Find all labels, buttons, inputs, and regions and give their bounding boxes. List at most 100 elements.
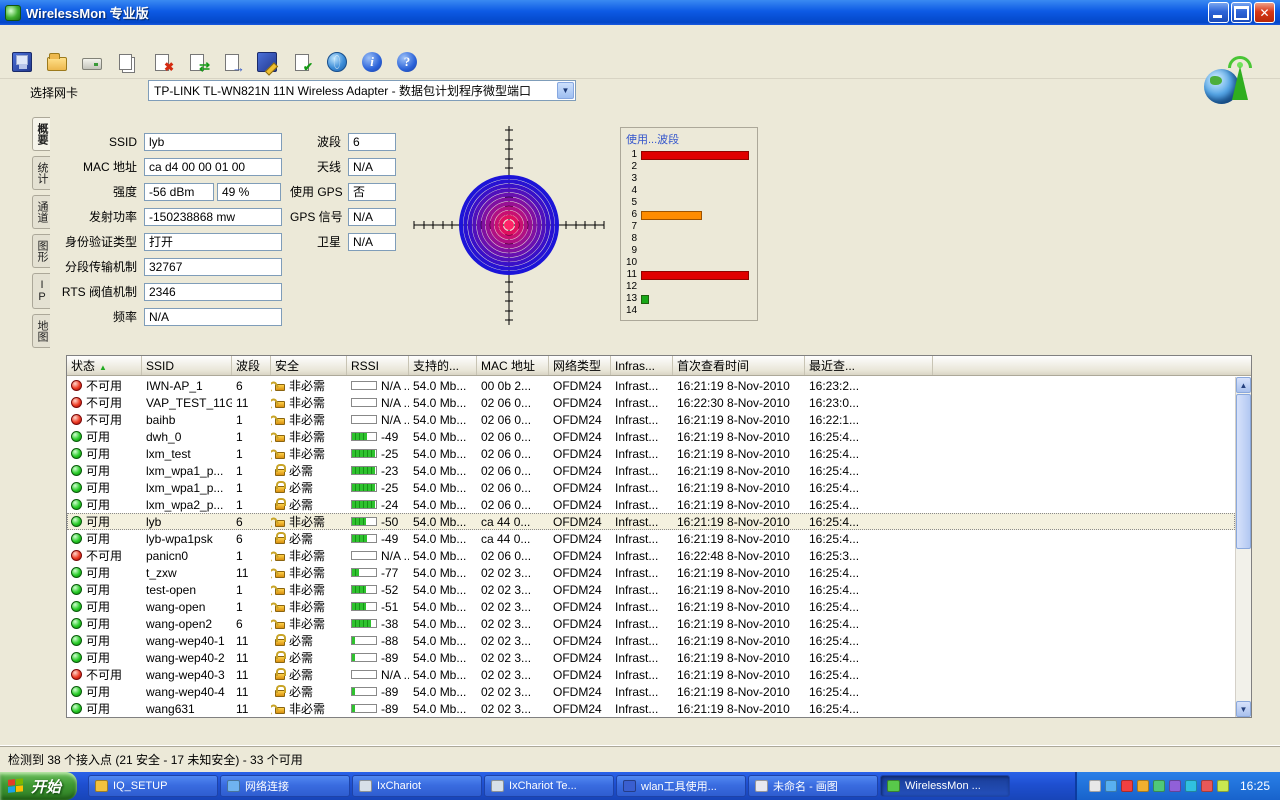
sidebar-tab[interactable]: 图形 (32, 234, 50, 268)
table-row[interactable]: 可用 test-open 1 非必需 -52 54.0 Mb... 02 02 … (67, 581, 1235, 598)
field-value[interactable]: lyb (144, 133, 282, 151)
sidebar-tab[interactable]: 概要 (32, 117, 50, 151)
taskbar-button[interactable]: 未命名 - 画图 (748, 775, 878, 797)
table-row[interactable]: 不可用 wang-wep40-3 11 必需 N/A ... 54.0 Mb..… (67, 666, 1235, 683)
toolbar-button[interactable] (288, 48, 316, 76)
table-row[interactable]: 可用 wang-wep40-1 11 必需 -88 54.0 Mb... 02 … (67, 632, 1235, 649)
column-header-channel[interactable]: 波段 (232, 356, 271, 375)
rssi-bar (351, 466, 377, 475)
column-header-rates[interactable]: 支持的... (409, 356, 477, 375)
taskbar-button[interactable]: wlan工具使用... (616, 775, 746, 797)
status-text: 可用 (86, 649, 110, 666)
sidebar-tab[interactable]: 地图 (32, 314, 50, 348)
column-header-ssid[interactable]: SSID (142, 356, 232, 375)
field-value[interactable]: N/A (348, 208, 396, 226)
tray-icon[interactable] (1153, 780, 1165, 792)
field-value[interactable]: N/A (348, 233, 396, 251)
table-row[interactable]: 不可用 panicn0 1 非必需 N/A ... 54.0 Mb... 02 … (67, 547, 1235, 564)
sidebar-tab[interactable]: 通道 (32, 195, 50, 229)
table-row[interactable]: 可用 lxm_wpa2_p... 1 必需 -24 54.0 Mb... 02 … (67, 496, 1235, 513)
field-value[interactable]: 否 (348, 183, 396, 201)
maximize-button[interactable] (1231, 2, 1252, 23)
toolbar-button[interactable] (113, 48, 141, 76)
table-row[interactable]: 可用 wang-wep40-4 11 必需 -89 54.0 Mb... 02 … (67, 683, 1235, 700)
start-button[interactable]: 开始 (0, 772, 77, 800)
toolbar-button[interactable] (78, 48, 106, 76)
taskbar-button[interactable]: IxChariot (352, 775, 482, 797)
adapter-select[interactable]: TP-LINK TL-WN821N 11N Wireless Adapter -… (148, 80, 576, 101)
toolbar-button[interactable] (148, 48, 176, 76)
table-row[interactable]: 可用 lxm_test 1 非必需 -25 54.0 Mb... 02 06 0… (67, 445, 1235, 462)
column-header-rssi[interactable]: RSSI (347, 356, 409, 375)
rssi-value: -49 (381, 532, 398, 546)
menu-item[interactable] (22, 33, 40, 37)
table-row[interactable]: 可用 lxm_wpa1_p... 1 必需 -23 54.0 Mb... 02 … (67, 462, 1235, 479)
toolbar-button[interactable] (183, 48, 211, 76)
field-value[interactable]: N/A (144, 308, 282, 326)
column-header-network-type[interactable]: 网络类型 (549, 356, 611, 375)
minimize-button[interactable] (1208, 2, 1229, 23)
close-button[interactable] (1254, 2, 1275, 23)
table-row[interactable]: 可用 wang-open 1 非必需 -51 54.0 Mb... 02 02 … (67, 598, 1235, 615)
taskbar-button[interactable]: WirelessMon ... (880, 775, 1010, 797)
column-header-mac[interactable]: MAC 地址 (477, 356, 549, 375)
field-value[interactable]: ca d4 00 00 01 00 (144, 158, 282, 176)
scrollbar-thumb[interactable] (1236, 394, 1251, 549)
tray-icon[interactable] (1201, 780, 1213, 792)
vertical-scrollbar[interactable]: ▲ ▼ (1235, 377, 1251, 717)
summary-field: GPS 信号 N/A (290, 204, 396, 229)
tray-icon[interactable] (1185, 780, 1197, 792)
tray-icon[interactable] (1105, 780, 1117, 792)
toolbar-button[interactable] (393, 48, 421, 76)
taskbar-button[interactable]: IxChariot Te... (484, 775, 614, 797)
table-row[interactable]: 可用 lyb 6 非必需 -50 54.0 Mb... ca 44 0... O… (67, 513, 1235, 530)
toolbar-button[interactable] (253, 48, 281, 76)
channel-usage-bar (641, 295, 649, 304)
tray-icon[interactable] (1121, 780, 1133, 792)
table-row[interactable]: 可用 dwh_0 1 非必需 -49 54.0 Mb... 02 06 0...… (67, 428, 1235, 445)
column-header-first-seen[interactable]: 首次查看时间 (673, 356, 805, 375)
scroll-up-arrow[interactable]: ▲ (1236, 377, 1251, 393)
table-row[interactable]: 可用 t_zxw 11 非必需 -77 54.0 Mb... 02 02 3..… (67, 564, 1235, 581)
taskbar-button[interactable]: 网络连接 (220, 775, 350, 797)
column-header-security[interactable]: 安全 (271, 356, 347, 375)
table-row[interactable]: 不可用 IWN-AP_1 6 非必需 N/A ... 54.0 Mb... 00… (67, 377, 1235, 394)
table-row[interactable]: 不可用 VAP_TEST_11G 11 非必需 N/A ... 54.0 Mb.… (67, 394, 1235, 411)
table-row[interactable]: 可用 lyb-wpa1psk 6 必需 -49 54.0 Mb... ca 44… (67, 530, 1235, 547)
taskbar-button[interactable]: IQ_SETUP (88, 775, 218, 797)
chevron-down-icon[interactable]: ▼ (557, 82, 574, 99)
cell-ssid: wang-open (142, 600, 232, 614)
table-row[interactable]: 可用 wang-wep40-2 11 必需 -89 54.0 Mb... 02 … (67, 649, 1235, 666)
field-value[interactable]: -56 dBm (144, 183, 214, 201)
sidebar-tab[interactable]: 统计 (32, 156, 50, 190)
tray-icon[interactable] (1137, 780, 1149, 792)
field-value[interactable]: -150238868 mw (144, 208, 282, 226)
status-led-icon (71, 448, 82, 459)
tray-icon[interactable] (1217, 780, 1229, 792)
toolbar-button[interactable] (323, 48, 351, 76)
toolbar-button[interactable] (218, 48, 246, 76)
field-value[interactable]: N/A (348, 158, 396, 176)
toolbar-button[interactable] (43, 48, 71, 76)
sidebar-tab[interactable]: IP (32, 273, 50, 309)
field-value-2[interactable]: 49 % (217, 183, 281, 201)
field-value[interactable]: 打开 (144, 233, 282, 251)
toolbar-button[interactable] (358, 48, 386, 76)
column-header-last-seen[interactable]: 最近查... (805, 356, 933, 375)
field-value[interactable]: 6 (348, 133, 396, 151)
field-value[interactable]: 32767 (144, 258, 282, 276)
column-header-infrastructure[interactable]: Infras... (611, 356, 673, 375)
tray-icon[interactable] (1169, 780, 1181, 792)
field-value[interactable]: 2346 (144, 283, 282, 301)
toolbar-button[interactable] (8, 48, 36, 76)
table-row[interactable]: 可用 wang631 11 非必需 -89 54.0 Mb... 02 02 3… (67, 700, 1235, 717)
menu-item[interactable] (4, 33, 22, 37)
scroll-down-arrow[interactable]: ▼ (1236, 701, 1251, 717)
column-header-status[interactable]: 状态 (67, 356, 142, 375)
tray-icon[interactable] (1089, 780, 1101, 792)
table-row[interactable]: 不可用 baihb 1 非必需 N/A ... 54.0 Mb... 02 06… (67, 411, 1235, 428)
table-row[interactable]: 可用 lxm_wpa1_p... 1 必需 -25 54.0 Mb... 02 … (67, 479, 1235, 496)
table-row[interactable]: 可用 wang-open2 6 非必需 -38 54.0 Mb... 02 02… (67, 615, 1235, 632)
menu-item[interactable] (40, 33, 58, 37)
cell-channel: 11 (232, 668, 271, 682)
